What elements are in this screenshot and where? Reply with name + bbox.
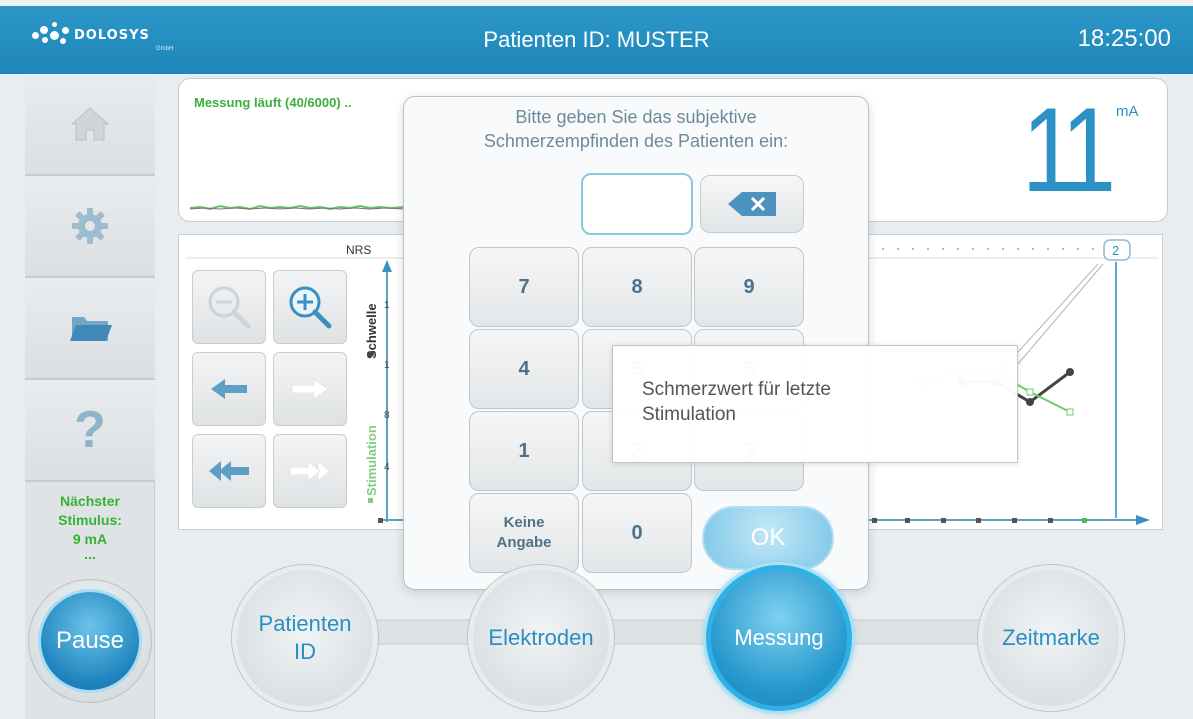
pause-button-ring: Pause: [28, 579, 152, 703]
key-8[interactable]: 8: [582, 247, 692, 327]
x-tick: 1: [381, 528, 388, 530]
pain-rating-dialog: Bitte geben Sie das subjektive Schmerzem…: [403, 96, 869, 590]
zoom-in-button[interactable]: [273, 270, 347, 344]
measurement-status: Messung läuft (40/6000) ..: [194, 95, 352, 110]
zoom-out-icon: [208, 286, 251, 329]
nav-electrodes[interactable]: Elektroden: [468, 565, 614, 711]
x-tick: 35: [1008, 528, 1022, 530]
mini-signal-wave: [190, 204, 405, 211]
next-stimulus-info: Nächster Stimulus: 9 mA ...: [58, 493, 122, 562]
key-4[interactable]: 4: [469, 329, 579, 409]
clock: 18:25:00: [1077, 25, 1171, 52]
double-arrow-left-icon: [209, 461, 249, 481]
nav-timestamp[interactable]: Zeitmarke: [978, 565, 1124, 711]
sidebar-item-settings[interactable]: [25, 176, 155, 278]
no-answer-button[interactable]: Keine Angabe: [469, 493, 579, 573]
sidebar-item-home[interactable]: [25, 74, 155, 176]
ok-button[interactable]: OK: [702, 506, 834, 570]
y-tick: 1: [384, 360, 390, 371]
pain-value-input[interactable]: [581, 173, 693, 235]
x-tick: 37: [1044, 528, 1058, 530]
data-point: [1026, 398, 1034, 406]
app-header: DOLOSYS GmbH Patienten ID: MUSTER 18:25:…: [0, 0, 1193, 74]
sidebar-item-help[interactable]: ?: [25, 380, 155, 482]
pause-button[interactable]: Pause: [38, 589, 142, 693]
dialog-title: Bitte geben Sie das subjektive Schmerzem…: [483, 107, 789, 151]
x-tick-mark: [976, 518, 981, 523]
axis-threshold-label: Schwelle: [364, 303, 379, 359]
axis-stimulation-label: Stimulation: [364, 425, 379, 496]
tooltip-text: Schmerzwert für letzte Stimulation: [642, 379, 831, 425]
backspace-button[interactable]: [700, 175, 804, 233]
tooltip: Schmerzwert für letzte Stimulation: [612, 345, 1018, 463]
key-7[interactable]: 7: [469, 247, 579, 327]
nrs-label: NRS: [346, 243, 371, 257]
x-tick: 39: [1078, 528, 1092, 530]
x-tick-mark: [941, 518, 946, 523]
x-tick-mark: [905, 518, 910, 523]
sidebar-item-folder[interactable]: [25, 278, 155, 380]
y-tick: 1: [384, 300, 390, 311]
x-tick: 29: [901, 528, 915, 530]
scroll-left-button[interactable]: [192, 352, 266, 426]
key-1[interactable]: 1: [469, 411, 579, 491]
data-point: [1026, 388, 1034, 396]
current-value: 11: [1022, 83, 1116, 217]
backspace-icon: [728, 192, 776, 216]
page-title: Patienten ID: MUSTER: [483, 27, 710, 52]
double-arrow-right-icon: [289, 459, 331, 483]
key-0[interactable]: 0: [582, 493, 692, 573]
x-tick: 33: [972, 528, 986, 530]
x-tick: 7: [868, 528, 875, 530]
x-tick-mark: [1012, 518, 1017, 523]
zoom-out-button[interactable]: [192, 270, 266, 344]
x-tick: 31: [937, 528, 951, 530]
x-tick-mark: [1082, 518, 1087, 523]
nav-patient-id[interactable]: Patienten ID: [232, 565, 378, 711]
scroll-end-button[interactable]: [273, 434, 347, 508]
sidebar: ? Nächster Stimulus: 9 mA ... Pause: [25, 74, 155, 719]
y-tick: 8: [384, 410, 390, 421]
current-unit: mA: [1116, 103, 1139, 120]
data-point: [1066, 408, 1074, 416]
last-rating-value: 2: [1112, 243, 1119, 258]
arrow-right-icon: [291, 378, 329, 400]
folder-icon: [70, 317, 112, 341]
scroll-right-button[interactable]: [273, 352, 347, 426]
zoom-in-icon: [289, 286, 332, 329]
scroll-start-button[interactable]: [192, 434, 266, 508]
x-tick-mark: [872, 518, 877, 523]
help-icon: ?: [74, 401, 106, 459]
x-tick-mark: [1048, 518, 1053, 523]
y-tick: 4: [384, 462, 390, 473]
key-9[interactable]: 9: [694, 247, 804, 327]
nav-measurement[interactable]: Messung: [706, 565, 852, 711]
data-point: [1066, 368, 1074, 376]
gear-icon: [72, 208, 108, 244]
home-icon: [70, 107, 110, 141]
arrow-left-icon: [211, 379, 247, 399]
